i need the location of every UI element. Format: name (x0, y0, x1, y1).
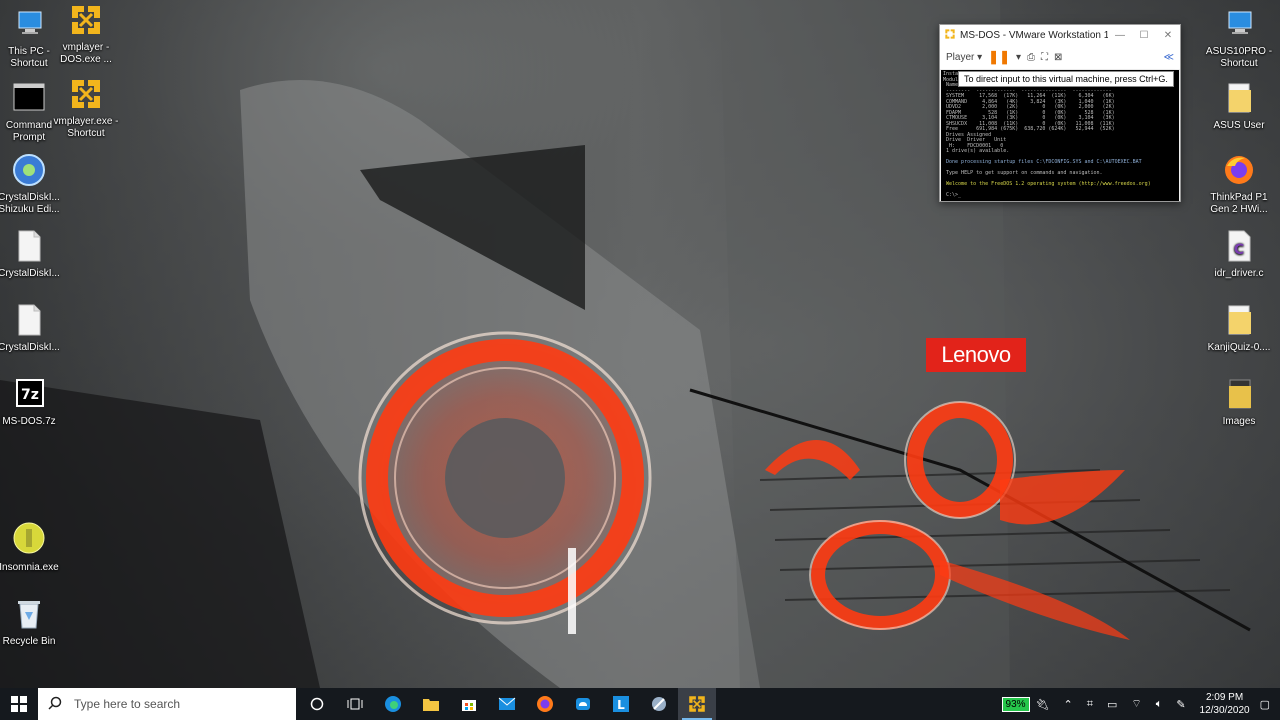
edge-icon (385, 696, 401, 712)
minimize-icon[interactable]: — (1108, 30, 1132, 41)
asus-user[interactable]: ASUS User (1202, 80, 1276, 132)
task-view-icon (347, 698, 363, 710)
edge-button[interactable] (374, 688, 412, 720)
folder-icon (1221, 376, 1257, 412)
l-app-icon: L (613, 696, 629, 712)
collapse-toolbar-icon[interactable]: ≪ (1164, 52, 1174, 63)
taskbar-search-box[interactable]: Type here to search (38, 688, 296, 720)
player-menu[interactable]: Player ▾ (946, 52, 982, 63)
send-ctrl-alt-del-icon[interactable]: ⎙ (1027, 52, 1035, 63)
crystaldisk-file-2[interactable]: CrystalDiskI... (0, 302, 66, 354)
vmware-taskbar-button[interactable] (678, 688, 716, 720)
vmware-icon (68, 76, 104, 112)
c-file-icon: C (1221, 228, 1257, 264)
images[interactable]: Images (1202, 376, 1276, 428)
tool-icon (652, 697, 666, 711)
folder-icon (1221, 302, 1257, 338)
recycle-bin[interactable]: Recycle Bin (0, 596, 66, 648)
terminal-icon (11, 80, 47, 116)
l-app-button[interactable]: L (602, 688, 640, 720)
store-button[interactable] (450, 688, 488, 720)
insomnia-exe[interactable]: Insomnia.exe (0, 522, 66, 574)
power-plug-icon[interactable]: 🔌︎ (1036, 698, 1050, 711)
window-titlebar[interactable]: MS-DOS - VMware Workstation 16 Player (f… (940, 25, 1180, 45)
vm-console-screen[interactable]: InstalModule Name Total Conventional Upp… (941, 70, 1179, 201)
system-tray: 93% 🔌︎ ⌃ ⌗ ▭ ⌔ 🔈︎ ✎ 2:09 PM 12/30/2020 ▢ (1001, 688, 1280, 720)
battery-percent[interactable]: 93% (1001, 696, 1030, 712)
asus10pro-shortcut[interactable]: ASUS10PRO - Shortcut (1202, 6, 1276, 70)
chevron-down-icon[interactable]: ▾ (1016, 52, 1021, 63)
7zip-icon: 7z (11, 376, 47, 412)
windows-icon (11, 696, 27, 712)
clock-time: 2:09 PM (1205, 692, 1244, 703)
ms-dos-7z[interactable]: 7z MS-DOS.7z (0, 376, 66, 428)
notifications-icon[interactable]: ▢ (1260, 698, 1270, 711)
clock-date: 12/30/2020 (1199, 705, 1250, 716)
folder-icon (423, 699, 439, 711)
volume-icon[interactable]: 🔈︎ (1156, 698, 1163, 711)
cloud-app-button[interactable] (564, 688, 602, 720)
pen-icon[interactable]: ✎ (1176, 698, 1185, 711)
vmware-icon (944, 28, 956, 43)
task-view-button[interactable] (336, 688, 374, 720)
console-line: Welcome to the FreeDOS 1.2 operating sys… (943, 181, 1151, 187)
firefox-icon (1221, 152, 1257, 188)
chevron-down-icon: ▾ (977, 51, 983, 63)
crystaldisk-file-1[interactable]: CrystalDiskI... (0, 228, 66, 280)
monitor-icon (11, 6, 47, 42)
cloud-icon (576, 698, 590, 710)
lenovo-logo: Lenovo (926, 338, 1026, 372)
vmware-toolbar: Player ▾ ❚❚ ▾ ⎙ ⛶ ⊠ ≪ (940, 45, 1180, 69)
kanjiquiz[interactable]: KanjiQuiz-0.... (1202, 302, 1276, 354)
console-line: C:\>_ (943, 192, 962, 198)
monitor-icon (1221, 6, 1257, 42)
fullscreen-icon[interactable]: ⛶ (1041, 52, 1048, 63)
taskbar: Type here to search L 93% 🔌︎ ⌃ ⌗ ▭ ⌔ 🔈︎ … (0, 688, 1280, 720)
firefox-button[interactable] (526, 688, 564, 720)
vmware-player-window[interactable]: MS-DOS - VMware Workstation 16 Player (f… (939, 24, 1181, 202)
phone-icon[interactable]: ⌗ (1087, 698, 1093, 711)
crystaldisk-shizuku[interactable]: CrystalDiskI... Shizuku Edi... (0, 152, 66, 216)
chevron-up-icon[interactable]: ⌃ (1064, 698, 1073, 711)
mail-button[interactable] (488, 688, 526, 720)
insomnia-icon (11, 522, 47, 558)
clock[interactable]: 2:09 PM 12/30/2020 (1200, 691, 1250, 717)
pause-icon[interactable]: ❚❚ (988, 49, 1010, 65)
search-placeholder: Type here to search (74, 697, 181, 711)
store-icon (462, 700, 476, 711)
start-button[interactable] (0, 688, 38, 720)
unity-icon[interactable]: ⊠ (1054, 52, 1062, 63)
firefox-icon (537, 696, 553, 712)
file-explorer-button[interactable] (412, 688, 450, 720)
mail-icon (498, 697, 516, 710)
file-icon (11, 302, 47, 338)
vmware-icon (68, 2, 104, 38)
svg-text:C: C (1234, 242, 1244, 258)
idr-driver[interactable]: C idr_driver.c (1202, 228, 1276, 280)
file-icon (11, 228, 47, 264)
recycle-bin-icon (11, 596, 47, 632)
window-title: MS-DOS - VMware Workstation 16 Player (f (960, 29, 1108, 41)
svg-text:7z: 7z (21, 387, 39, 403)
vmplayer-dos[interactable]: vmplayer - DOS.exe ... (49, 2, 123, 66)
battery-icon[interactable]: ▭ (1107, 698, 1117, 711)
vmplayer-shortcut[interactable]: vmplayer.exe - Shortcut (49, 76, 123, 140)
tool-app-button[interactable] (640, 688, 678, 720)
wifi-icon[interactable]: ⌔ (1131, 697, 1141, 711)
close-icon[interactable]: ✕ (1156, 30, 1180, 41)
thinkpad-hwi[interactable]: ThinkPad P1 Gen 2 HWi... (1202, 152, 1276, 216)
svg-text:L: L (617, 698, 625, 712)
search-icon (48, 696, 62, 713)
maximize-icon[interactable]: ☐ (1132, 30, 1156, 41)
cortana-button[interactable] (298, 688, 336, 720)
folder-icon (1221, 80, 1257, 116)
crystaldisk-icon (11, 152, 47, 188)
vmware-icon (689, 696, 705, 712)
cortana-icon (310, 697, 324, 711)
input-tooltip: To direct input to this virtual machine,… (958, 71, 1174, 87)
